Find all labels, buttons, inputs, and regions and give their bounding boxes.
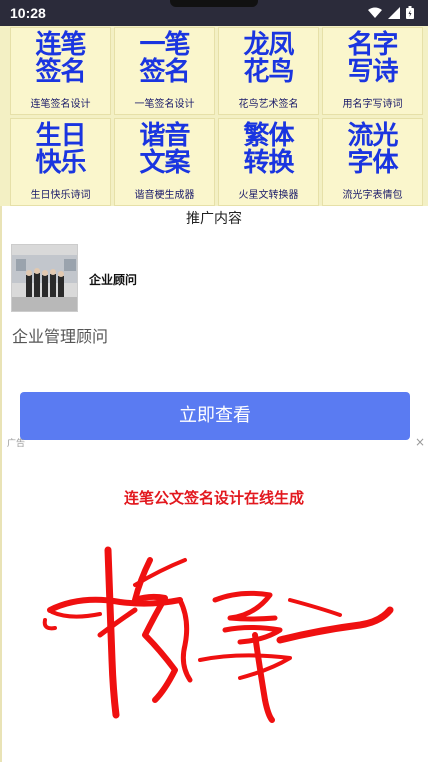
feature-grid-panel: 连笔 签名 连笔签名设计 一笔 签名 一笔签名设计 龙凤 花鸟 花鸟艺术签名 名字 写诗… [0, 26, 428, 206]
status-bar: 10:28 [0, 0, 428, 26]
tile-caption: 火星文转换器 [238, 190, 299, 201]
tile-martian-text-converter[interactable]: 繁体 转换 火星文转换器 [218, 118, 319, 206]
tile-caption: 花鸟艺术签名 [238, 99, 299, 110]
tile-logo: 连笔 签名 [35, 30, 86, 87]
feature-grid: 连笔 签名 连笔签名设计 一笔 签名 一笔签名设计 龙凤 花鸟 花鸟艺术签名 名字 写诗… [10, 26, 423, 206]
tile-flowing-font-emoji[interactable]: 流光 字体 流光字表情包 [322, 118, 423, 206]
tile-logo: 龙凤 花鸟 [243, 30, 294, 87]
camera-notch [170, 0, 258, 7]
ad-mark-label: 广告 [7, 439, 26, 449]
tile-pun-generator[interactable]: 谐音 文案 谐音梗生成器 [114, 118, 215, 206]
hero-title: 连笔公文签名设计在线生成 [123, 489, 304, 507]
ad-thumbnail-image[interactable] [11, 244, 78, 312]
ad-advertiser-name[interactable]: 企业顾问 [89, 271, 137, 288]
tile-flower-bird-signature[interactable]: 龙凤 花鸟 花鸟艺术签名 [218, 27, 319, 115]
tile-lianbi-signature[interactable]: 连笔 签名 连笔签名设计 [10, 27, 111, 115]
tile-name-poem[interactable]: 名字 写诗 用名字写诗词 [322, 27, 423, 115]
tile-caption: 流光字表情包 [342, 190, 403, 201]
view-now-button[interactable]: 立即查看 [20, 392, 410, 440]
tile-birthday-poem[interactable]: 生日 快乐 生日快乐诗词 [10, 118, 111, 206]
tile-caption: 连笔签名设计 [30, 99, 91, 110]
tile-yibi-signature[interactable]: 一笔 签名 一笔签名设计 [114, 27, 215, 115]
tile-logo: 一笔 签名 [139, 30, 190, 87]
ad-section-label: 推广内容 [186, 211, 242, 227]
tile-caption: 一笔签名设计 [134, 99, 195, 110]
status-time: 10:28 [10, 5, 46, 21]
app-screen: 10:28 连笔 签名 连笔签名设计 一笔 签名 一笔签名设计 龙凤 花鸟 花鸟艺术签… [0, 0, 428, 762]
tile-logo: 繁体 转换 [243, 121, 294, 178]
signature-artwork-image [42, 546, 394, 723]
tile-caption: 用名字写诗词 [342, 99, 403, 110]
battery-icon [406, 6, 414, 19]
ad-description: 企业管理顾问 [12, 327, 109, 346]
tile-logo: 生日 快乐 [35, 121, 86, 178]
status-icons [368, 6, 414, 19]
tile-logo: 名字 写诗 [347, 30, 398, 87]
ad-close-icon[interactable]: × [415, 435, 425, 449]
wifi-icon [368, 7, 382, 18]
group-photo-image [12, 245, 77, 311]
tile-logo: 谐音 文案 [139, 121, 190, 178]
left-edge-divider [0, 206, 2, 762]
signal-icon [388, 6, 400, 19]
tile-logo: 流光 字体 [347, 121, 398, 178]
tile-caption: 生日快乐诗词 [30, 190, 91, 201]
tile-caption: 谐音梗生成器 [134, 190, 195, 201]
